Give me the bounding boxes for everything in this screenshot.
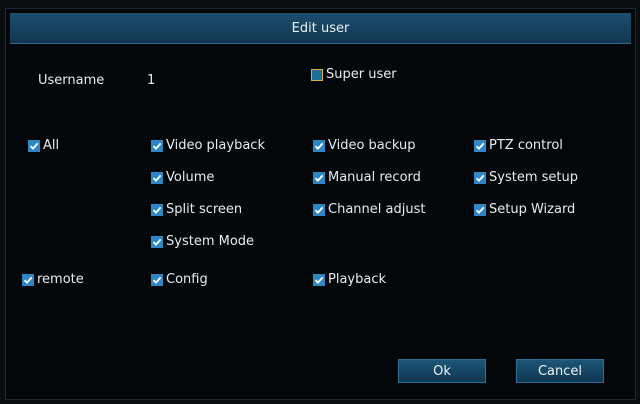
volume-label: Volume	[166, 170, 215, 185]
ok-button[interactable]: Ok	[398, 359, 486, 383]
system-setup-checkbox[interactable]: System setup	[474, 170, 578, 185]
setup-wizard-label: Setup Wizard	[489, 202, 576, 217]
checkmark-icon	[474, 203, 486, 216]
system-mode-label: System Mode	[166, 234, 255, 249]
checkmark-icon	[151, 273, 163, 286]
remote-label: remote	[37, 272, 84, 287]
manual-record-checkbox[interactable]: Manual record	[313, 170, 421, 185]
super-user-label: Super user	[326, 67, 397, 82]
all-label: All	[43, 138, 60, 153]
all-checkbox[interactable]: All	[28, 138, 59, 153]
config-label: Config	[166, 272, 208, 287]
playback-label: Playback	[328, 272, 387, 287]
split-screen-checkbox[interactable]: Split screen	[151, 202, 242, 217]
system-setup-label: System setup	[489, 170, 578, 185]
channel-adjust-checkbox[interactable]: Channel adjust	[313, 202, 425, 217]
checkmark-icon	[151, 139, 163, 152]
video-backup-checkbox[interactable]: Video backup	[313, 138, 416, 153]
super-user-checkbox[interactable]: Super user	[311, 67, 397, 82]
split-screen-label: Split screen	[166, 202, 243, 217]
unchecked-box-icon	[311, 68, 323, 81]
volume-checkbox[interactable]: Volume	[151, 170, 214, 185]
system-mode-checkbox[interactable]: System Mode	[151, 234, 254, 249]
config-checkbox[interactable]: Config	[151, 272, 208, 287]
video-playback-label: Video playback	[166, 138, 265, 153]
checkmark-icon	[313, 203, 325, 216]
checkmark-icon	[22, 273, 34, 286]
checkmark-icon	[313, 171, 325, 184]
setup-wizard-checkbox[interactable]: Setup Wizard	[474, 202, 575, 217]
username-label: Username	[38, 73, 105, 88]
edit-user-dialog: Edit user Username 1 Super user All Vide…	[5, 8, 636, 400]
dialog-title: Edit user	[291, 20, 350, 36]
checkmark-icon	[28, 139, 40, 152]
cancel-button[interactable]: Cancel	[516, 359, 604, 383]
channel-adjust-label: Channel adjust	[328, 202, 426, 217]
video-playback-checkbox[interactable]: Video playback	[151, 138, 265, 153]
checkmark-icon	[313, 273, 325, 286]
ptz-control-label: PTZ control	[489, 138, 563, 153]
manual-record-label: Manual record	[328, 170, 421, 185]
remote-checkbox[interactable]: remote	[22, 272, 84, 287]
checkmark-icon	[151, 203, 163, 216]
ok-button-label: Ok	[433, 363, 451, 379]
checkmark-icon	[474, 171, 486, 184]
username-value: 1	[147, 73, 156, 88]
video-backup-label: Video backup	[328, 138, 416, 153]
checkmark-icon	[151, 235, 163, 248]
playback-checkbox[interactable]: Playback	[313, 272, 386, 287]
cancel-button-label: Cancel	[537, 363, 583, 379]
ptz-control-checkbox[interactable]: PTZ control	[474, 138, 563, 153]
checkmark-icon	[474, 139, 486, 152]
checkmark-icon	[313, 139, 325, 152]
dialog-title-bar: Edit user	[10, 13, 631, 44]
checkmark-icon	[151, 171, 163, 184]
